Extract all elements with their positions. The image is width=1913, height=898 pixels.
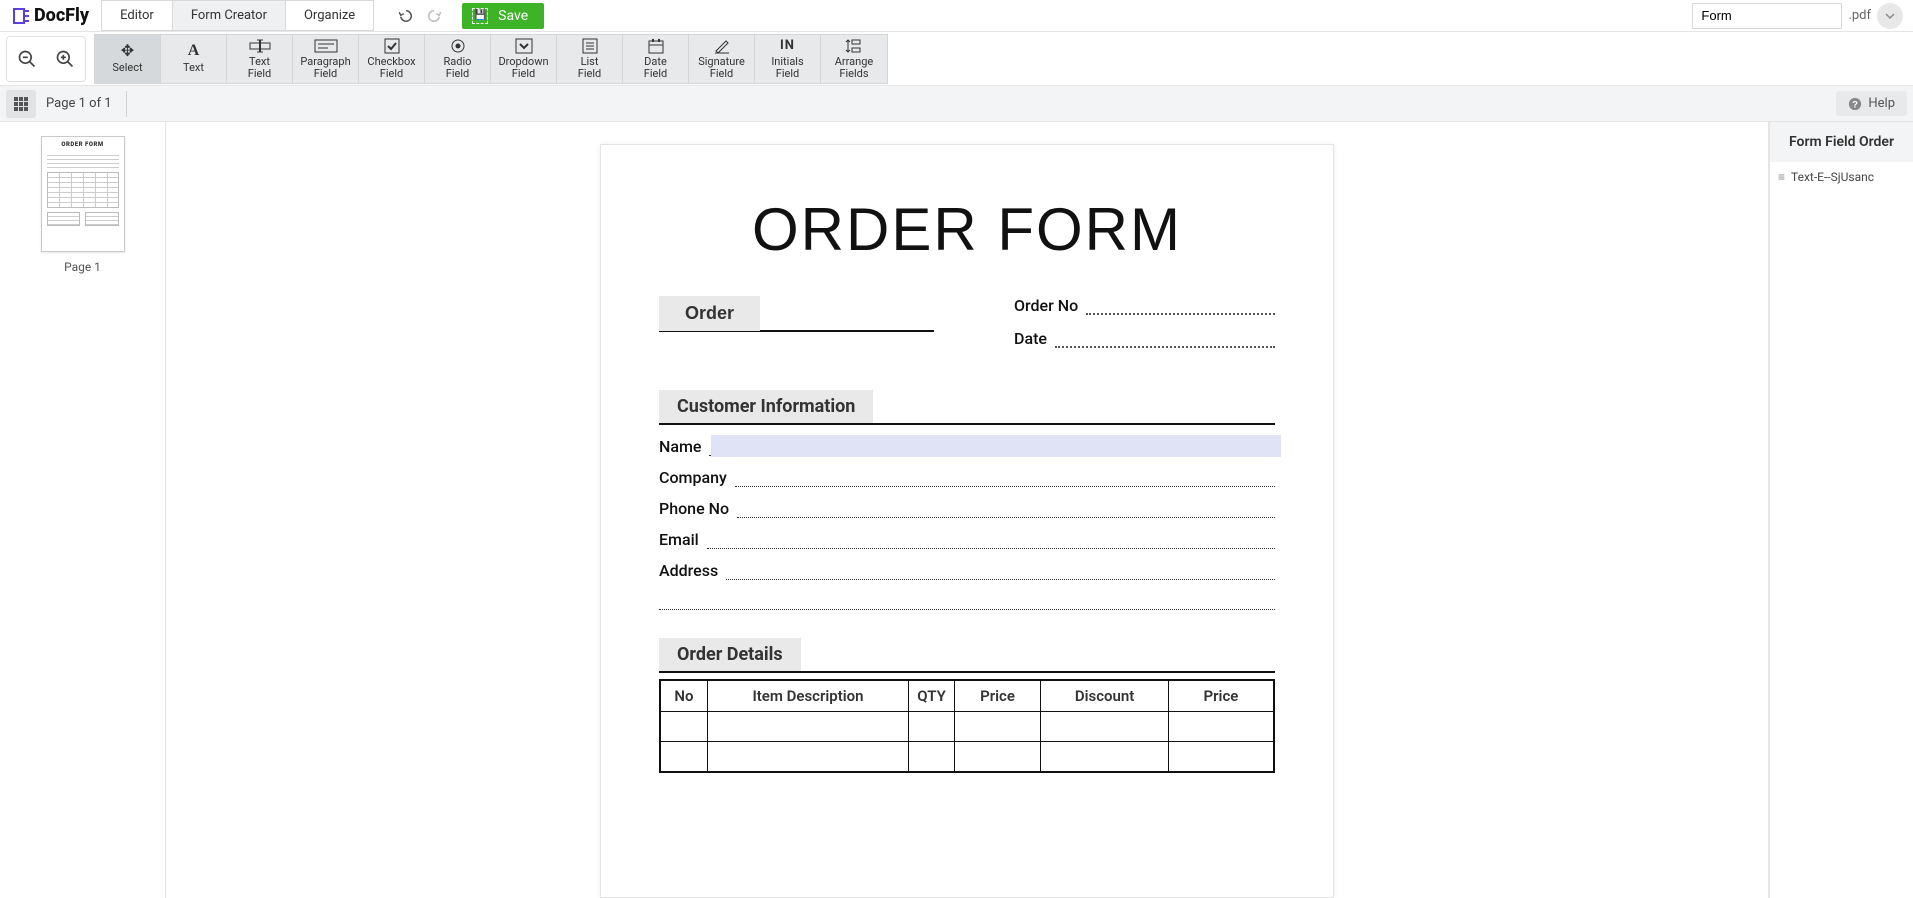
page-indicator: Page 1 of 1: [46, 91, 127, 117]
filename-input[interactable]: [1692, 3, 1842, 29]
tool-signature-field[interactable]: Signature Field: [689, 35, 755, 83]
thumbnail-caption: Page 1: [64, 260, 101, 274]
tool-paragraph-field[interactable]: Paragraph Field: [293, 35, 359, 83]
tool-date-field[interactable]: Date Field: [623, 35, 689, 83]
label-name: Name: [659, 437, 701, 456]
field-order-item-label: Text-E--SjUsanc: [1791, 170, 1874, 184]
th-qty: QTY: [909, 680, 955, 712]
order-section-tab: Order: [659, 296, 760, 331]
file-extension: .pdf: [1848, 8, 1871, 23]
undo-icon: [397, 7, 415, 25]
tab-editor[interactable]: Editor: [101, 0, 173, 31]
app-topbar: DocFly Editor Form Creator Organize 💾 Sa…: [0, 0, 1913, 32]
canvas-area[interactable]: ORDER FORM Order Order No Date: [166, 122, 1769, 898]
customer-info-section-tab: Customer Information: [659, 390, 873, 423]
zoom-in-icon: [55, 49, 75, 69]
form-text-field-name[interactable]: [711, 435, 1281, 457]
thumbnail-panel: ORDER FORM Page 1: [0, 122, 166, 898]
table-row: [660, 712, 1274, 742]
arrange-fields-icon: [845, 38, 863, 54]
label-email: Email: [659, 530, 699, 549]
secondary-bar: Page 1 of 1 ? Help: [0, 86, 1913, 122]
svg-text:?: ?: [1852, 99, 1858, 110]
zoom-out-button[interactable]: [10, 40, 44, 78]
tab-organize[interactable]: Organize: [286, 0, 374, 31]
tool-checkbox-field[interactable]: Checkbox Field: [359, 35, 425, 83]
tab-form-creator[interactable]: Form Creator: [173, 0, 286, 31]
grid-icon: [13, 96, 29, 112]
label-order-no: Order No: [1014, 296, 1078, 315]
tool-dropdown-field[interactable]: Dropdown Field: [491, 35, 557, 83]
save-button[interactable]: 💾 Save: [462, 3, 544, 29]
tool-arrange-fields[interactable]: Arrange Fields: [821, 35, 887, 83]
brand-logo: DocFly: [4, 0, 97, 31]
order-details-section-tab: Order Details: [659, 638, 801, 671]
label-address: Address: [659, 561, 718, 580]
zoom-out-icon: [17, 49, 37, 69]
tools-group: ✥ Select A Text Text Field Paragraph Fie…: [94, 34, 888, 84]
text-field-icon: [249, 38, 271, 54]
tool-text[interactable]: A Text: [161, 35, 227, 83]
panel-title: Form Field Order: [1770, 122, 1913, 162]
th-discount: Discount: [1041, 680, 1169, 712]
help-icon: ?: [1848, 97, 1862, 111]
document-title: ORDER FORM: [659, 195, 1275, 264]
zoom-in-button[interactable]: [48, 40, 82, 78]
zoom-group: [6, 36, 86, 82]
tool-select[interactable]: ✥ Select: [95, 35, 161, 83]
ribbon-toolbar: ✥ Select A Text Text Field Paragraph Fie…: [0, 32, 1913, 86]
document-page[interactable]: ORDER FORM Order Order No Date: [600, 144, 1334, 898]
undo-button[interactable]: [396, 6, 416, 26]
mode-tabs: Editor Form Creator Organize: [101, 0, 374, 31]
tool-text-field[interactable]: Text Field: [227, 35, 293, 83]
field-order-item[interactable]: ≡ Text-E--SjUsanc: [1770, 162, 1913, 192]
checkbox-field-icon: [384, 38, 400, 54]
tool-list-field[interactable]: List Field: [557, 35, 623, 83]
move-icon: ✥: [121, 44, 134, 60]
form-field-order-panel: Form Field Order ≡ Text-E--SjUsanc: [1769, 122, 1913, 898]
label-phone: Phone No: [659, 499, 729, 518]
redo-button[interactable]: [424, 6, 444, 26]
workspace: ORDER FORM Page 1 ORDER FORM Order: [0, 122, 1913, 898]
tool-initials-field[interactable]: IN Initials Field: [755, 35, 821, 83]
table-row: [660, 742, 1274, 772]
help-button[interactable]: ? Help: [1836, 91, 1907, 116]
initials-field-icon: IN: [780, 38, 795, 54]
label-date: Date: [1014, 329, 1047, 348]
th-item-desc: Item Description: [707, 680, 908, 712]
brand-icon: [12, 6, 32, 26]
line-date: [1055, 336, 1275, 348]
list-field-icon: [582, 38, 598, 54]
history-controls: [396, 0, 444, 31]
paragraph-field-icon: [314, 38, 338, 54]
line-order-no: [1086, 303, 1275, 315]
more-menu-button[interactable]: [1877, 3, 1903, 29]
redo-icon: [425, 7, 443, 25]
tool-radio-field[interactable]: Radio Field: [425, 35, 491, 83]
thumbnail-grid-button[interactable]: [6, 90, 36, 118]
radio-field-icon: [450, 38, 466, 54]
date-field-icon: [648, 38, 664, 54]
th-no: No: [660, 680, 707, 712]
label-company: Company: [659, 468, 727, 487]
drag-handle-icon[interactable]: ≡: [1778, 170, 1785, 184]
page-thumbnail[interactable]: ORDER FORM: [41, 136, 125, 252]
th-price2: Price: [1168, 680, 1274, 712]
save-icon: 💾: [472, 8, 488, 24]
dropdown-field-icon: [515, 38, 533, 54]
topbar-right: .pdf: [1692, 0, 1909, 31]
signature-field-icon: [713, 38, 731, 54]
th-price: Price: [954, 680, 1040, 712]
text-icon: A: [188, 44, 200, 60]
save-label: Save: [498, 8, 528, 24]
chevron-down-icon: [1885, 11, 1895, 21]
brand-text: DocFly: [34, 5, 89, 26]
order-details-table: No Item Description QTY Price Discount P…: [659, 679, 1275, 773]
